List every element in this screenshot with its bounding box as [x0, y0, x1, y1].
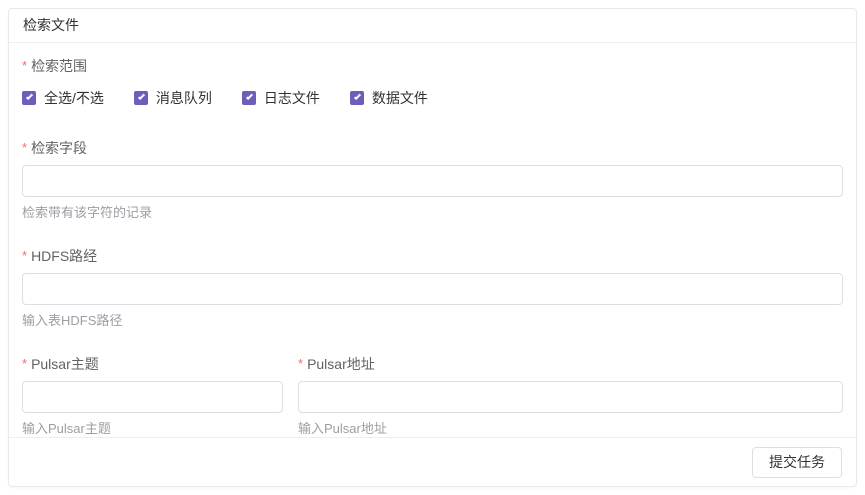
hdfs-path-label: HDFS路经 — [31, 247, 97, 265]
checkbox-label: 日志文件 — [264, 88, 320, 108]
checkbox-label: 数据文件 — [372, 88, 428, 108]
search-field-tip: 检索带有该字符的记录 — [22, 205, 843, 221]
form-item-pulsar-address: * Pulsar地址 输入Pulsar地址 — [298, 355, 843, 437]
hdfs-path-input[interactable] — [22, 273, 843, 305]
checkbox-checked-icon — [22, 91, 36, 105]
hdfs-path-tip: 输入表HDFS路径 — [22, 313, 843, 329]
search-scope-label-row: * 检索范围 — [22, 57, 843, 75]
pulsar-address-label: Pulsar地址 — [307, 355, 375, 373]
form-item-search-field: * 检索字段 检索带有该字符的记录 — [22, 139, 843, 221]
pulsar-address-input[interactable] — [298, 381, 843, 413]
required-asterisk: * — [22, 139, 27, 157]
pulsar-topic-tip: 输入Pulsar主题 — [22, 421, 283, 437]
pulsar-topic-input[interactable] — [22, 381, 283, 413]
submit-task-button[interactable]: 提交任务 — [752, 447, 842, 478]
checkbox-checked-icon — [134, 91, 148, 105]
form-item-hdfs-path: * HDFS路经 输入表HDFS路径 — [22, 247, 843, 329]
checkbox-label: 消息队列 — [156, 88, 212, 108]
pulsar-topic-label: Pulsar主题 — [31, 355, 99, 373]
card-header: 检索文件 — [9, 9, 856, 43]
checkbox-label: 全选/不选 — [44, 88, 104, 108]
required-asterisk: * — [22, 57, 27, 75]
search-field-label: 检索字段 — [31, 139, 87, 157]
required-asterisk: * — [22, 247, 27, 265]
check-icon — [354, 93, 361, 100]
pulsar-address-tip: 输入Pulsar地址 — [298, 421, 843, 437]
checkbox-checked-icon — [242, 91, 256, 105]
checkbox-checked-icon — [350, 91, 364, 105]
checkbox-data-file[interactable]: 数据文件 — [350, 88, 428, 108]
search-scope-label: 检索范围 — [31, 57, 87, 75]
search-field-input[interactable] — [22, 165, 843, 197]
form-item-pulsar-topic: * Pulsar主题 输入Pulsar主题 — [22, 355, 283, 437]
form-item-search-scope: * 检索范围 全选/不选 消息队列 日志文件 数据文件 — [22, 57, 843, 108]
card-title: 检索文件 — [23, 17, 79, 33]
required-asterisk: * — [22, 355, 27, 373]
pulsar-row: * Pulsar主题 输入Pulsar主题 * Pulsar地址 输入Pulsa… — [22, 355, 843, 437]
checkbox-select-all[interactable]: 全选/不选 — [22, 88, 104, 108]
checkbox-log-file[interactable]: 日志文件 — [242, 88, 320, 108]
card-footer: 提交任务 — [9, 437, 856, 486]
search-file-card: 检索文件 * 检索范围 全选/不选 消息队列 日志文件 — [8, 8, 857, 487]
check-icon — [138, 93, 145, 100]
check-icon — [26, 93, 33, 100]
checkbox-message-queue[interactable]: 消息队列 — [134, 88, 212, 108]
search-file-form: * 检索范围 全选/不选 消息队列 日志文件 数据文件 — [9, 43, 856, 437]
search-scope-checkbox-group: 全选/不选 消息队列 日志文件 数据文件 — [22, 88, 843, 108]
required-asterisk: * — [298, 355, 303, 373]
check-icon — [246, 93, 253, 100]
